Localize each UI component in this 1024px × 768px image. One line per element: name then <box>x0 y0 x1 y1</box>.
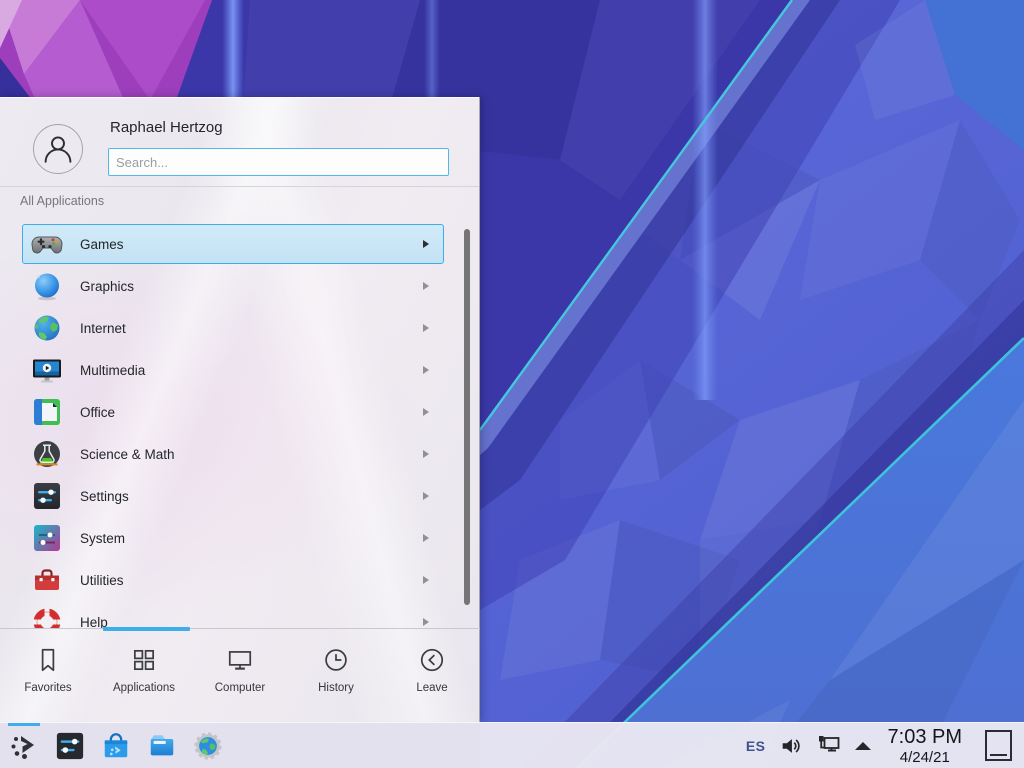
category-label: Office <box>80 405 423 420</box>
computer-icon <box>225 645 255 675</box>
submenu-arrow-icon <box>423 282 429 290</box>
applications-icon <box>129 645 159 675</box>
category-label: Games <box>80 237 423 252</box>
submenu-arrow-icon <box>423 324 429 332</box>
category-row-help[interactable]: Help <box>22 602 444 628</box>
category-row-system[interactable]: System <box>22 518 444 558</box>
menu-tab-bar: Favorites Applications Co <box>0 628 480 723</box>
tab-applications[interactable]: Applications <box>96 629 192 723</box>
section-label: All Applications <box>20 194 104 208</box>
office-icon <box>31 396 63 428</box>
graphics-icon <box>31 270 63 302</box>
category-row-science-math[interactable]: Science & Math <box>22 434 444 474</box>
show-desktop-glyph <box>990 754 1007 756</box>
file-manager-launcher[interactable] <box>146 730 178 762</box>
favorites-icon <box>33 645 63 675</box>
menu-header: Raphael Hertzog <box>0 98 479 187</box>
tab-label: Applications <box>113 682 175 694</box>
submenu-arrow-icon <box>423 408 429 416</box>
user-avatar[interactable] <box>33 124 83 174</box>
category-label: Help <box>80 615 423 629</box>
application-launcher-button[interactable] <box>8 730 40 762</box>
tab-label: History <box>318 682 354 694</box>
application-launcher-menu: Raphael Hertzog All Applications Games <box>0 97 480 722</box>
system-icon <box>31 522 63 554</box>
submenu-arrow-icon <box>423 534 429 542</box>
category-row-utilities[interactable]: Utilities <box>22 560 444 600</box>
category-label: Science & Math <box>80 447 423 462</box>
category-label: Internet <box>80 321 423 336</box>
application-launcher-icon <box>8 730 40 762</box>
web-browser-launcher[interactable] <box>192 730 224 762</box>
category-row-graphics[interactable]: Graphics <box>22 266 444 306</box>
discover-icon <box>101 731 131 761</box>
games-icon <box>31 228 63 260</box>
category-label: Settings <box>80 489 423 504</box>
utilities-icon <box>31 564 63 596</box>
web-browser-icon <box>193 731 223 761</box>
submenu-arrow-icon <box>423 366 429 374</box>
discover-launcher[interactable] <box>100 730 132 762</box>
submenu-arrow-icon <box>423 576 429 584</box>
tab-history[interactable]: History <box>288 629 384 723</box>
system-settings-launcher[interactable] <box>54 730 86 762</box>
settings-icon <box>31 480 63 512</box>
user-icon <box>38 129 78 169</box>
clock-date: 4/24/21 <box>888 750 962 765</box>
category-label: Utilities <box>80 573 423 588</box>
user-name: Raphael Hertzog <box>110 119 223 136</box>
submenu-arrow-icon <box>423 618 429 626</box>
tab-label: Computer <box>215 682 266 694</box>
category-row-settings[interactable]: Settings <box>22 476 444 516</box>
submenu-arrow-icon <box>423 240 429 248</box>
volume-icon[interactable] <box>779 734 803 758</box>
internet-icon <box>31 312 63 344</box>
tab-computer[interactable]: Computer <box>192 629 288 723</box>
tab-label: Favorites <box>24 682 71 694</box>
digital-clock[interactable]: 7:03 PM 4/24/21 <box>888 727 962 765</box>
multimedia-icon <box>31 354 63 386</box>
category-label: Multimedia <box>80 363 423 378</box>
leave-icon <box>417 645 447 675</box>
expand-tray-icon[interactable] <box>855 742 871 750</box>
system-tray: ES 7:03 PM 4/24/21 <box>746 727 1016 765</box>
science-math-icon <box>31 438 63 470</box>
search-input[interactable] <box>108 148 449 176</box>
active-tab-indicator <box>103 627 190 631</box>
submenu-arrow-icon <box>423 450 429 458</box>
tab-favorites[interactable]: Favorites <box>0 629 96 723</box>
history-icon <box>321 645 351 675</box>
help-icon <box>31 606 63 628</box>
tab-label: Leave <box>416 682 447 694</box>
tab-leave[interactable]: Leave <box>384 629 480 723</box>
category-row-multimedia[interactable]: Multimedia <box>22 350 444 390</box>
clock-time: 7:03 PM <box>888 727 962 747</box>
category-row-office[interactable]: Office <box>22 392 444 432</box>
application-category-list: Games Graphics <box>0 224 480 628</box>
category-label: System <box>80 531 423 546</box>
category-row-games[interactable]: Games <box>22 224 444 264</box>
list-scrollbar[interactable] <box>464 229 470 605</box>
taskbar: ES 7:03 PM 4/24/21 <box>0 722 1024 768</box>
file-manager-icon <box>147 731 177 761</box>
network-icon[interactable] <box>816 733 842 759</box>
category-label: Graphics <box>80 279 423 294</box>
keyboard-layout-indicator[interactable]: ES <box>746 738 766 754</box>
submenu-arrow-icon <box>423 492 429 500</box>
category-row-internet[interactable]: Internet <box>22 308 444 348</box>
show-desktop-button[interactable] <box>985 730 1012 761</box>
system-settings-icon <box>55 731 85 761</box>
